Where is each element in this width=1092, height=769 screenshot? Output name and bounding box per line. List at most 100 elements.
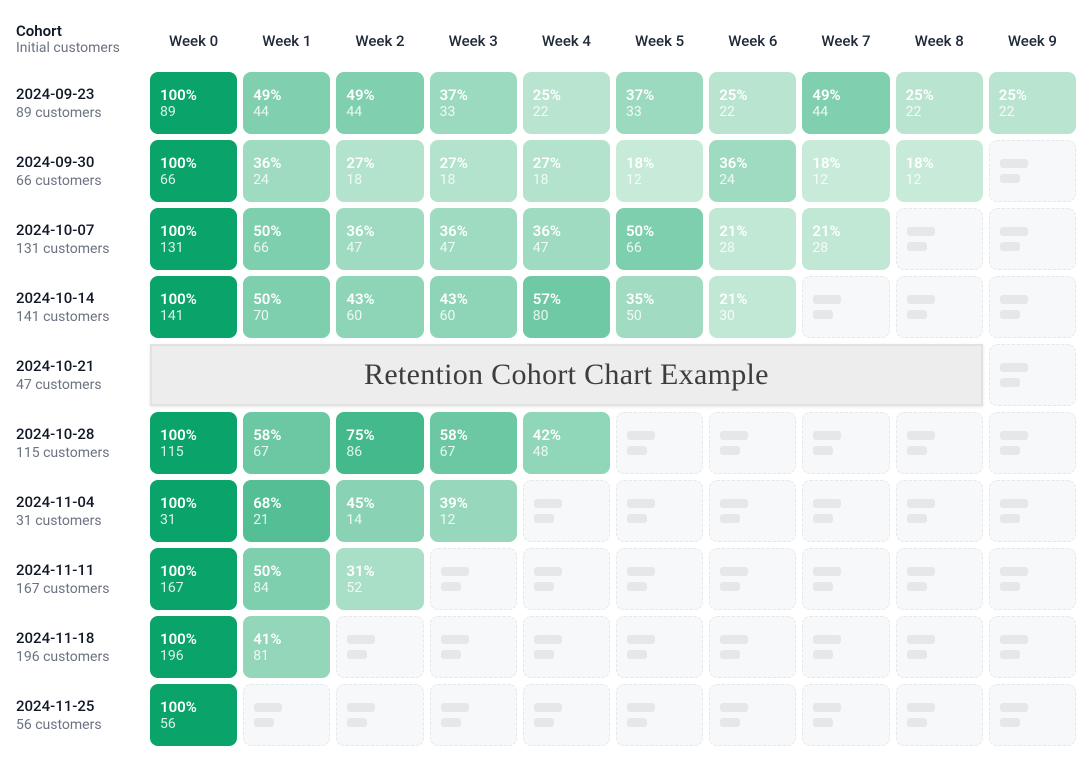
cohort-date: 2024-10-21: [16, 357, 138, 375]
retention-cell: 75%86: [336, 412, 423, 474]
retention-cell: 68%21: [243, 480, 330, 542]
retention-cell: 25%22: [989, 72, 1076, 134]
retention-cell: 100%31: [150, 480, 237, 542]
retention-percent: 68%: [253, 494, 320, 512]
retention-cell: [709, 548, 796, 610]
retention-cell: 36%24: [243, 140, 330, 202]
cohort-row-label: 2024-10-21 47 customers: [16, 344, 144, 406]
retention-count: 24: [253, 172, 320, 189]
retention-percent: 18%: [626, 154, 693, 172]
retention-percent: 25%: [999, 86, 1066, 104]
cohort-row-label: 2024-10-14141 customers: [16, 276, 144, 338]
retention-percent: 27%: [533, 154, 600, 172]
cohort-row-label: 2024-11-0431 customers: [16, 480, 144, 542]
retention-count: 18: [440, 172, 507, 189]
cohort-initial-customers: 196 customers: [16, 649, 138, 665]
watermark-text: Retention Cohort Chart Example: [364, 358, 769, 392]
retention-cell: [802, 412, 889, 474]
retention-count: 12: [626, 172, 693, 189]
retention-cell: [989, 616, 1076, 678]
retention-percent: 25%: [533, 86, 600, 104]
retention-count: 56: [160, 716, 227, 733]
retention-cell: 41%81: [243, 616, 330, 678]
retention-count: 22: [719, 104, 786, 121]
header-week-3: Week 3: [430, 16, 517, 66]
retention-count: 12: [440, 512, 507, 529]
cohort-date: 2024-09-23: [16, 85, 138, 103]
retention-count: 18: [346, 172, 413, 189]
header-week-6: Week 6: [709, 16, 796, 66]
retention-count: 22: [533, 104, 600, 121]
retention-percent: 100%: [160, 222, 227, 240]
cohort-date: 2024-11-11: [16, 561, 138, 579]
retention-percent: 36%: [719, 154, 786, 172]
retention-cell: 18%12: [896, 140, 983, 202]
retention-cell: [709, 480, 796, 542]
retention-count: 60: [440, 308, 507, 325]
retention-cell: 25%22: [709, 72, 796, 134]
retention-cell: 42%48: [523, 412, 610, 474]
retention-cell: [709, 684, 796, 746]
retention-cell: [989, 412, 1076, 474]
retention-percent: 50%: [253, 222, 320, 240]
header-cohort-title: Cohort: [16, 22, 144, 40]
retention-percent: 25%: [906, 86, 973, 104]
retention-cell: [336, 616, 423, 678]
cohort-initial-customers: 47 customers: [16, 377, 138, 393]
retention-percent: 100%: [160, 562, 227, 580]
retention-cell: [430, 684, 517, 746]
retention-percent: 27%: [346, 154, 413, 172]
retention-cell: [896, 684, 983, 746]
cohort-initial-customers: 131 customers: [16, 241, 138, 257]
retention-count: 66: [253, 240, 320, 257]
retention-percent: 36%: [440, 222, 507, 240]
retention-cell: [896, 412, 983, 474]
retention-cell: [989, 208, 1076, 270]
retention-cell: [989, 684, 1076, 746]
retention-cell: 39%12: [430, 480, 517, 542]
cohort-initial-customers: 31 customers: [16, 513, 138, 529]
retention-cell: [896, 616, 983, 678]
header-week-7: Week 7: [802, 16, 889, 66]
retention-cell: [896, 480, 983, 542]
header-week-8: Week 8: [896, 16, 983, 66]
cohort-date: 2024-10-28: [16, 425, 138, 443]
retention-cell: 36%47: [336, 208, 423, 270]
retention-cell: 100%141: [150, 276, 237, 338]
header-week-1: Week 1: [243, 16, 330, 66]
retention-cell: 37%33: [430, 72, 517, 134]
cohort-initial-customers: 167 customers: [16, 581, 138, 597]
header-week-4: Week 4: [523, 16, 610, 66]
retention-percent: 45%: [346, 494, 413, 512]
retention-cell: 21%28: [802, 208, 889, 270]
cohort-date: 2024-11-18: [16, 629, 138, 647]
retention-percent: 37%: [440, 86, 507, 104]
retention-cell: [896, 208, 983, 270]
cohort-initial-customers: 66 customers: [16, 173, 138, 189]
retention-count: 22: [906, 104, 973, 121]
header-cohort-subtitle: Initial customers: [16, 40, 144, 56]
cohort-row-label: 2024-09-2389 customers: [16, 72, 144, 134]
retention-cell: 21%28: [709, 208, 796, 270]
retention-cell: [523, 548, 610, 610]
cohort-date: 2024-10-14: [16, 289, 138, 307]
retention-percent: 49%: [253, 86, 320, 104]
retention-count: 60: [346, 308, 413, 325]
cohort-row-label: 2024-10-28115 customers: [16, 412, 144, 474]
retention-percent: 75%: [346, 426, 413, 444]
header-week-2: Week 2: [336, 16, 423, 66]
retention-cell: 100%131: [150, 208, 237, 270]
retention-cell: 100%89: [150, 72, 237, 134]
retention-cell: 35%50: [616, 276, 703, 338]
retention-cell: 27%18: [336, 140, 423, 202]
retention-count: 66: [160, 172, 227, 189]
cohort-date: 2024-10-07: [16, 221, 138, 239]
retention-percent: 39%: [440, 494, 507, 512]
retention-count: 115: [160, 444, 227, 461]
retention-percent: 43%: [440, 290, 507, 308]
header-week-5: Week 5: [616, 16, 703, 66]
retention-cell: [616, 480, 703, 542]
retention-cell: [802, 616, 889, 678]
retention-cell: [430, 616, 517, 678]
retention-cell: 36%47: [430, 208, 517, 270]
